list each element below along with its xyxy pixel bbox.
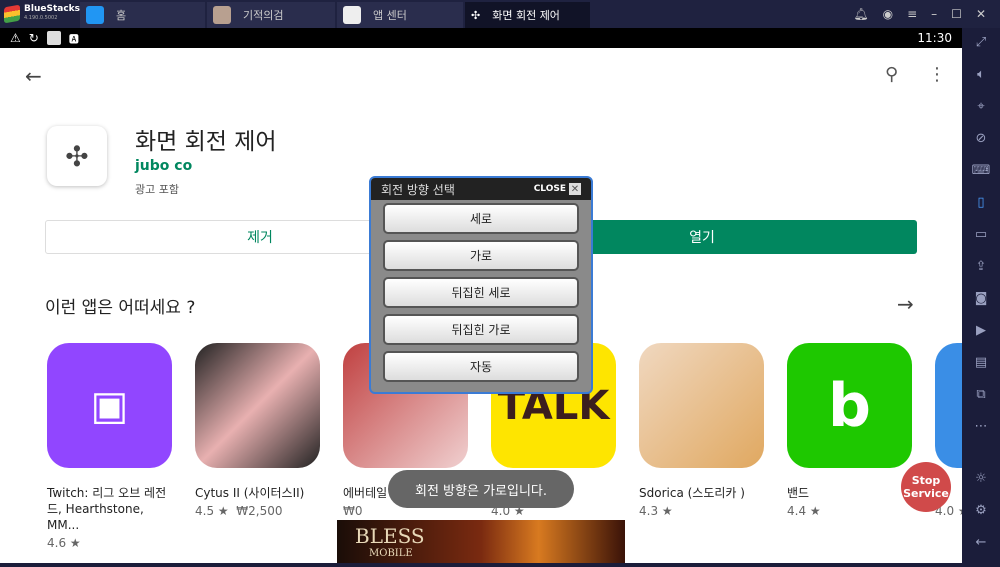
settings-icon[interactable]: ⚙ xyxy=(975,502,987,520)
close-x-icon: ✕ xyxy=(569,183,581,195)
account-icon[interactable]: ◉ xyxy=(883,7,893,21)
volume-icon[interactable]: 🔈︎ xyxy=(977,66,985,84)
home-icon xyxy=(86,6,104,24)
section-title: 이런 앱은 어떠세요 ? xyxy=(45,298,196,318)
app-icon: ✣ xyxy=(47,126,107,186)
app-center-icon xyxy=(343,6,361,24)
app-rating: 4.6 ★ xyxy=(47,536,81,550)
phone-icon[interactable]: ▯ xyxy=(977,194,984,212)
back-arrow-icon[interactable]: ← xyxy=(25,64,42,88)
app-icon-partial xyxy=(935,343,962,468)
rotation-dialog: 회전 방향 선택 CLOSE ✕ 세로 가로 뒤집힌 세로 뒤집힌 가로 자동 xyxy=(369,176,593,394)
app-card-sdorica[interactable]: Sdorica (스도리카 ) 4.3 ★ xyxy=(639,343,769,518)
record-icon[interactable]: ▶ xyxy=(976,322,986,340)
dialog-close-button[interactable]: CLOSE ✕ xyxy=(534,183,581,195)
twitch-icon: ▣ xyxy=(47,343,172,468)
bless-mobile-ad-banner[interactable]: BLESS MOBILE xyxy=(337,520,625,563)
app-card-cytus[interactable]: Cytus II (사이터스II) 4.5 ★ ₩2,500 xyxy=(195,343,325,518)
band-icon: b xyxy=(787,343,912,468)
app-name: Twitch: 리그 오브 레전드, Hearthstone, MM... xyxy=(47,486,167,532)
a-icon: 🅰︎ xyxy=(68,34,79,46)
app-name: 밴드 xyxy=(787,486,810,500)
search-icon[interactable]: ⚲ xyxy=(885,64,898,85)
app-name: Cytus II (사이터스II) xyxy=(195,486,305,500)
right-toolbar: ⤢ 🔈︎ ⌖ ⊘ ⌨ ▯ ▭ ⇪ ◙ ▶ ▤ ⧉ ⋯ ☼ ⚙ ← xyxy=(962,28,1000,567)
app-rating: 4.3 ★ xyxy=(639,504,673,518)
app-rating: 4.4 ★ xyxy=(787,504,821,518)
ads-label: 광고 포함 xyxy=(135,183,179,196)
option-landscape[interactable]: 가로 xyxy=(383,240,579,271)
option-portrait[interactable]: 세로 xyxy=(383,203,579,234)
arrow-right-icon[interactable]: → xyxy=(897,292,914,316)
game-icon xyxy=(213,6,231,24)
bluestacks-logo: BlueStacks 4.190.0.5002 xyxy=(0,0,80,28)
menu-icon[interactable]: ≡ xyxy=(907,7,917,21)
back-icon[interactable]: ← xyxy=(976,534,987,552)
dialog-title: 회전 방향 선택 xyxy=(381,182,455,197)
eye-off-icon[interactable]: ⊘ xyxy=(976,130,987,148)
cytus-icon xyxy=(195,343,320,468)
more-options-icon[interactable]: ⋮ xyxy=(928,64,946,85)
gamepad-icon[interactable]: ▭ xyxy=(975,226,987,244)
app-title: 화면 회전 제어 xyxy=(135,129,277,155)
bell-icon[interactable]: 🔔︎ xyxy=(853,7,868,21)
minimize-icon[interactable]: – xyxy=(931,7,937,21)
sdorica-icon xyxy=(639,343,764,468)
install-apk-icon[interactable]: ⇪ xyxy=(976,258,987,276)
developer-link[interactable]: jubo co xyxy=(135,158,192,174)
pointer-icon[interactable]: ⌖ xyxy=(977,98,984,116)
keyboard-icon[interactable]: ⌨ xyxy=(972,162,991,180)
app-rating: 4.5 ★ ₩2,500 xyxy=(195,504,283,518)
android-status-bar: ⚠ ↻ 🅰︎ 11:30 xyxy=(0,28,962,48)
app-card-twitch[interactable]: ▣ Twitch: 리그 오브 레전드, Hearthstone, MM... 4.… xyxy=(47,343,177,550)
tab-rotation-control[interactable]: ✣ 화면 회전 제어 xyxy=(465,2,590,28)
multi-instance-icon[interactable]: ⧉ xyxy=(976,386,985,404)
close-icon[interactable]: ✕ xyxy=(976,7,986,21)
brightness-icon[interactable]: ☼ xyxy=(975,470,987,488)
rotation-control-icon: ✣ xyxy=(471,8,481,22)
tab-app-center[interactable]: 앱 센터 xyxy=(337,2,463,28)
toast-message: 회전 방향은 가로입니다. xyxy=(388,470,574,508)
stop-service-button[interactable]: Stop Service xyxy=(901,462,951,512)
clock: 11:30 xyxy=(917,31,952,45)
tab-home[interactable]: 홈 xyxy=(80,2,205,28)
sync-icon: ↻ xyxy=(28,31,39,45)
tab-game[interactable]: 기적의검 xyxy=(207,2,335,28)
camera-icon[interactable]: ◙ xyxy=(975,290,988,308)
maximize-icon[interactable]: ☐ xyxy=(951,7,962,21)
option-auto[interactable]: 자동 xyxy=(383,351,579,382)
warning-icon: ⚠ xyxy=(10,31,21,45)
fullscreen-icon[interactable]: ⤢ xyxy=(976,34,986,52)
title-bar: BlueStacks 4.190.0.5002 홈 기적의검 앱 센터 ✣ 화면 회… xyxy=(0,0,1000,28)
more-icon[interactable]: ⋯ xyxy=(975,418,988,436)
option-reverse-portrait[interactable]: 뒤집힌 세로 xyxy=(383,277,579,308)
media-icon[interactable]: ▤ xyxy=(975,354,987,372)
option-reverse-landscape[interactable]: 뒤집힌 가로 xyxy=(383,314,579,345)
app-name: Sdorica (스도리카 ) xyxy=(639,486,745,500)
blank-icon xyxy=(46,31,61,45)
app-card-band[interactable]: b 밴드 4.4 ★ xyxy=(787,343,917,518)
